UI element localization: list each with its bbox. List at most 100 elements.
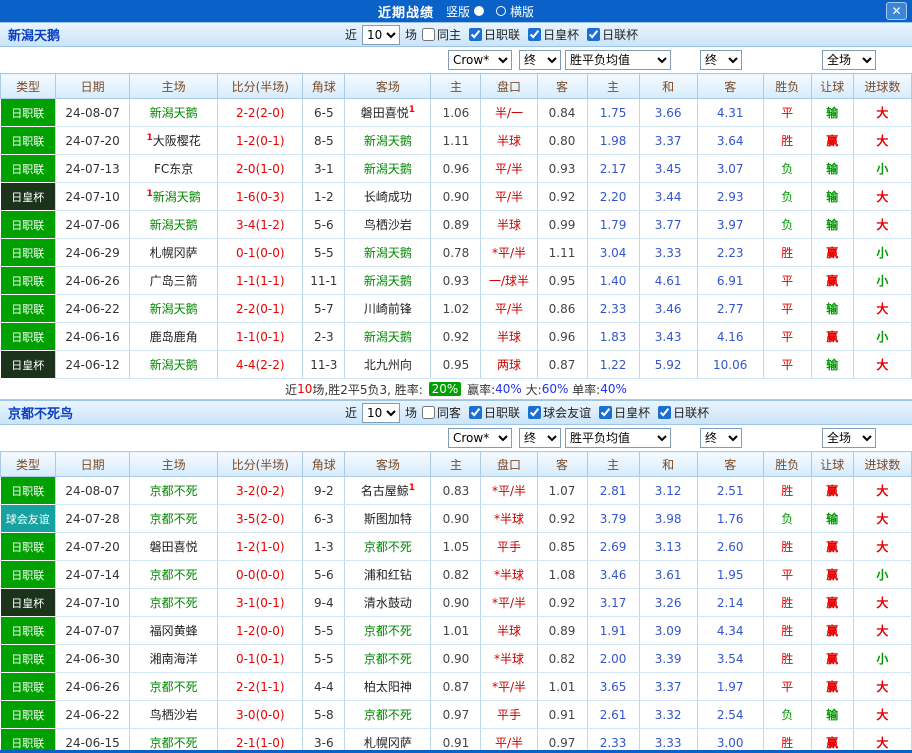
filter-checkbox[interactable] — [422, 406, 436, 419]
column-header: 主场 — [129, 451, 219, 477]
euro-home-odds: 1.22 — [587, 350, 640, 379]
asian-home-odds: 0.93 — [430, 266, 482, 295]
result-goals: 大 — [853, 588, 912, 617]
final-odds-select-1[interactable]: 终 — [519, 50, 561, 70]
team-section-niigata: 新潟天鹅 近 10 场 同主 日职联 日皇杯 日联杯 Crow* 终 胜平负均值 终 … — [0, 22, 912, 400]
asian-away-odds: 0.92 — [537, 504, 588, 533]
final-odds-select-2[interactable]: 终 — [700, 428, 742, 448]
avg-odds-select[interactable]: 胜平负均值 — [565, 428, 671, 448]
team-name: 京都不死 — [149, 680, 198, 694]
euro-draw-odds: 3.12 — [639, 476, 698, 505]
result-goals: 大 — [853, 504, 912, 533]
bookmaker-select[interactable]: Crow* — [448, 50, 512, 70]
score-halftime: 1-2(0-1) — [217, 126, 304, 155]
euro-away-odds: 2.14 — [697, 588, 764, 617]
score-halftime: 1-1(0-1) — [217, 322, 304, 351]
column-header: 胜负 — [762, 451, 812, 477]
away-team: 新潟天鹅 — [344, 154, 432, 183]
euro-home-odds: 2.20 — [587, 182, 640, 211]
result-goals: 小 — [853, 154, 912, 183]
filter-checkbox[interactable] — [528, 28, 542, 41]
team-name: 大阪樱花 — [152, 134, 201, 148]
match-row: 日职联 24-06-30 湘南海洋 0-1(0-1) 5-5 京都不死 0.90 *半球 0.8… — [0, 644, 912, 673]
corners: 5-6 — [302, 560, 346, 589]
filter-日皇杯[interactable]: 日皇杯 — [528, 26, 579, 43]
home-team: 京都不死 — [129, 504, 219, 533]
filter-日职联[interactable]: 日职联 — [469, 404, 520, 421]
home-team: 1新潟天鹅 — [129, 182, 219, 211]
asian-away-odds: 0.92 — [537, 588, 588, 617]
title-bar: 近期战绩 竖版 横版 ✕ — [0, 0, 912, 22]
match-count-select[interactable]: 10 — [362, 402, 401, 423]
filter-日职联[interactable]: 日职联 — [469, 26, 520, 43]
corners: 8-5 — [302, 126, 346, 155]
close-icon: ✕ — [891, 4, 902, 18]
asian-home-odds: 0.78 — [430, 238, 482, 267]
match-count-select[interactable]: 10 — [362, 24, 401, 45]
summary-segment: 10 — [297, 382, 313, 396]
euro-home-odds: 3.17 — [587, 588, 640, 617]
filter-日联杯[interactable]: 日联杯 — [658, 404, 709, 421]
filter-checkbox[interactable] — [469, 28, 483, 41]
final-odds-select-1[interactable]: 终 — [519, 428, 561, 448]
filter-checkbox[interactable] — [599, 406, 613, 419]
column-header: 进球数 — [852, 451, 912, 477]
summary-segment: 40% — [600, 382, 627, 396]
team-name: 札幌冈萨 — [149, 246, 198, 260]
match-type: 日皇杯 — [0, 182, 57, 211]
asian-home-odds: 0.90 — [430, 504, 482, 533]
asian-away-odds: 0.92 — [537, 182, 588, 211]
match-row: 日职联 24-08-07 新潟天鹅 2-2(2-0) 6-5 磐田喜悦1 1.06 半/一 0.… — [0, 98, 912, 127]
euro-draw-odds: 3.32 — [639, 700, 698, 729]
filter-checkbox[interactable] — [469, 406, 483, 419]
column-header: 客场 — [344, 73, 432, 99]
filter-日联杯[interactable]: 日联杯 — [587, 26, 638, 43]
result-handicap: 赢 — [811, 588, 854, 617]
filter-同主[interactable]: 同主 — [422, 26, 461, 43]
asian-away-odds: 0.82 — [537, 644, 588, 673]
result-outcome: 胜 — [763, 644, 812, 673]
matches-table: 类型 日期 主场 比分(半场) 角球 客场主盘口客主和客胜负 让球 进球数 日职联 24-08-… — [0, 451, 912, 753]
filter-checkbox[interactable] — [528, 406, 542, 419]
asian-home-odds: 0.90 — [430, 588, 482, 617]
column-header: 比分(半场) — [217, 73, 304, 99]
scope-select[interactable]: 全场 — [822, 428, 876, 448]
home-team: 新潟天鹅 — [129, 98, 219, 127]
filter-checkbox[interactable] — [658, 406, 672, 419]
summary-segment: 赢率: — [463, 382, 496, 397]
match-row: 日职联 24-07-14 京都不死 0-0(0-0) 5-6 浦和红钻 0.82 *半球 1.0… — [0, 560, 912, 589]
result-handicap: 赢 — [811, 644, 854, 673]
column-header: 客 — [536, 73, 588, 99]
team-name: 磐田喜悦 — [360, 106, 409, 120]
bookmaker-select[interactable]: Crow* — [448, 428, 512, 448]
summary-segment: 大: — [521, 382, 542, 397]
asian-away-odds: 1.08 — [537, 560, 588, 589]
away-team: 京都不死 — [344, 644, 432, 673]
euro-draw-odds: 3.26 — [639, 588, 698, 617]
away-team: 长崎成功 — [344, 182, 432, 211]
result-goals: 大 — [853, 126, 912, 155]
final-odds-select-2[interactable]: 终 — [700, 50, 742, 70]
euro-home-odds: 2.61 — [587, 700, 640, 729]
filter-checkbox[interactable] — [422, 28, 436, 41]
filter-checkbox[interactable] — [587, 28, 601, 41]
filter-日皇杯[interactable]: 日皇杯 — [599, 404, 650, 421]
score-halftime: 2-2(2-0) — [217, 98, 304, 127]
scope-select[interactable]: 全场 — [822, 50, 876, 70]
asian-handicap: 半球 — [480, 210, 538, 239]
avg-odds-select[interactable]: 胜平负均值 — [565, 50, 671, 70]
result-handicap: 赢 — [811, 266, 854, 295]
close-button[interactable]: ✕ — [886, 2, 907, 20]
away-team: 柏太阳神 — [344, 672, 432, 701]
layout-horizontal-radio[interactable]: 横版 — [496, 3, 534, 20]
filter-同客[interactable]: 同客 — [422, 404, 461, 421]
match-date: 24-07-07 — [55, 616, 131, 645]
result-outcome: 负 — [763, 182, 812, 211]
radio-selected-icon — [474, 6, 485, 16]
layout-vertical-radio[interactable]: 竖版 — [446, 3, 485, 20]
asian-home-odds: 1.06 — [430, 98, 482, 127]
result-goals: 小 — [853, 322, 912, 351]
filter-球会友谊[interactable]: 球会友谊 — [528, 404, 591, 421]
team-name: 福冈黄蜂 — [149, 624, 198, 638]
score-halftime: 1-2(0-0) — [217, 616, 304, 645]
